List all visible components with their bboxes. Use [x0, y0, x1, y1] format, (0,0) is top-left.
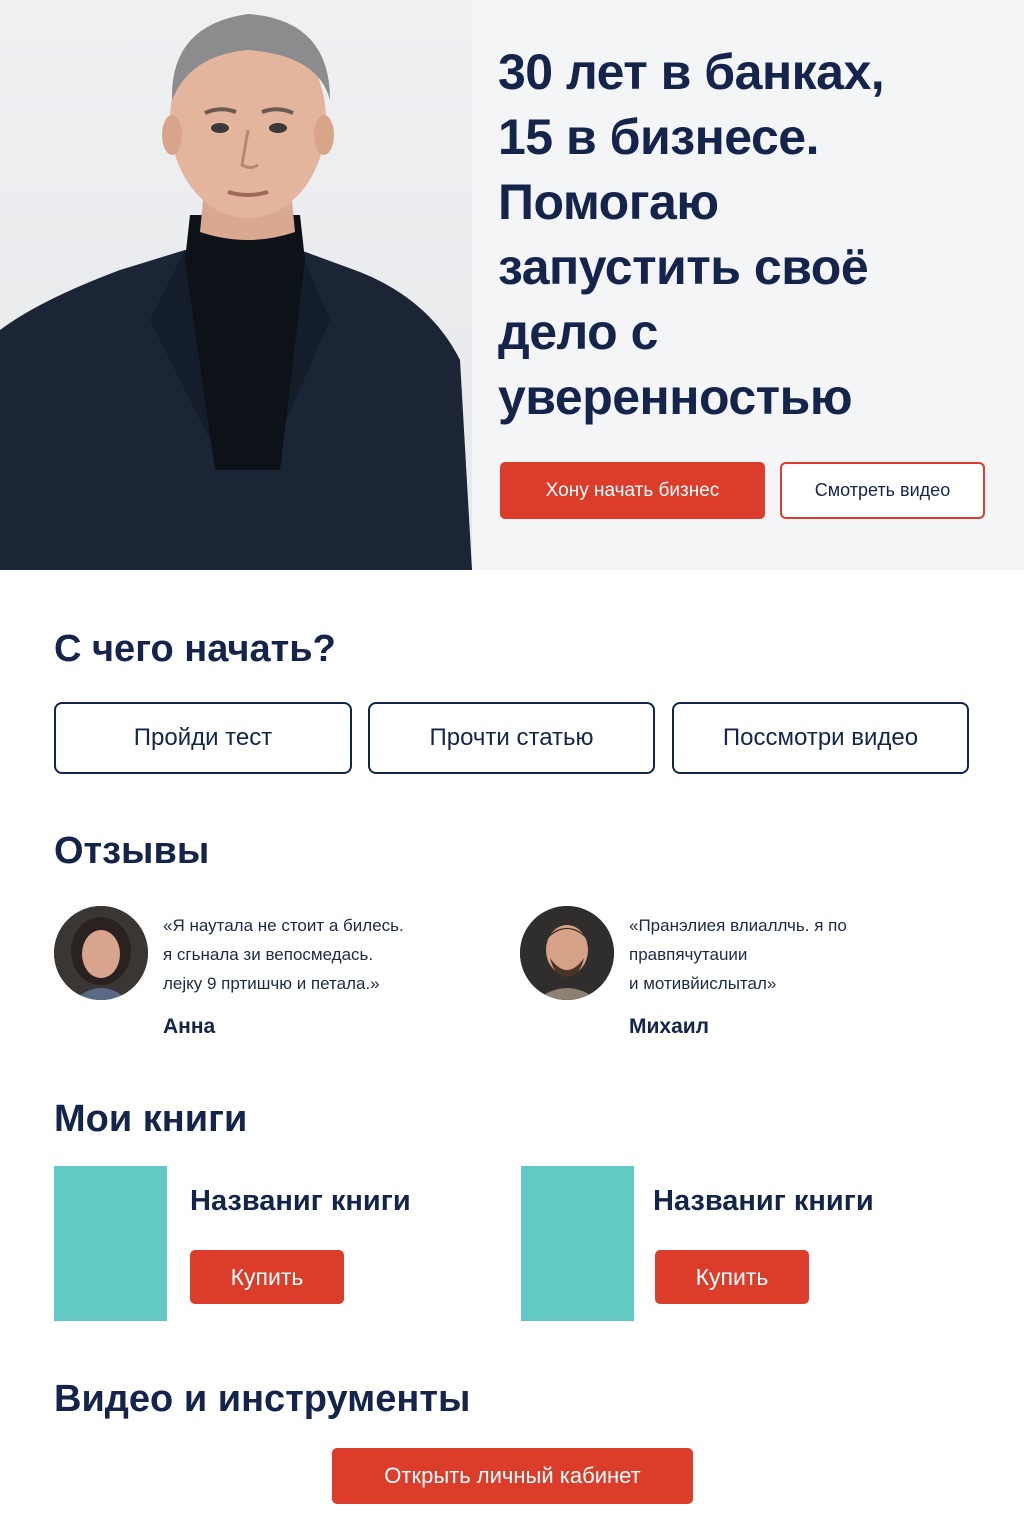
book-title-2: Названиг книги	[653, 1185, 874, 1217]
review-text-anna: «Я наутала не стоит а билесь. я сгьнала …	[163, 916, 404, 993]
hero-section: 30 лет в банках, 15 в бизнесе. Помогаю з…	[0, 0, 1024, 570]
book-title-1: Названиг книги	[190, 1185, 411, 1217]
reviews-section-title: Отзывы	[54, 830, 210, 872]
open-cabinet-button[interactable]: Открыть личный кабинет	[332, 1448, 693, 1504]
hero-title: 30 лет в банках, 15 в бизнесе. Помогаю з…	[498, 44, 885, 425]
start-section-title: С чего начать?	[54, 628, 336, 670]
take-test-button[interactable]: Пройди тест	[54, 702, 352, 774]
book-cover-2[interactable]	[521, 1166, 634, 1321]
read-article-button[interactable]: Прочти статью	[368, 702, 655, 774]
watch-video-button[interactable]: Смотреть видео	[780, 462, 985, 519]
review-name-mikhail: Михаил	[629, 1015, 710, 1038]
watch-video-start-button[interactable]: Поссмотри видео	[672, 702, 969, 774]
start-business-button[interactable]: Хону начать бизнес	[500, 462, 765, 519]
review-avatar-mikhail	[520, 906, 614, 1000]
author-portrait	[0, 0, 472, 570]
review-avatar-anna	[54, 906, 148, 1000]
buy-book-2-button[interactable]: Купить	[655, 1250, 809, 1304]
review-text-mikhail: «Пранэлиея влиаллчь. я по правпячутаuии …	[629, 916, 847, 993]
review-name-anna: Анна	[163, 1015, 216, 1038]
buy-book-1-button[interactable]: Купить	[190, 1250, 344, 1304]
tools-section-title: Видео и инструменты	[54, 1378, 471, 1420]
books-section-title: Мои книги	[54, 1098, 248, 1140]
landing-page: 30 лет в банках, 15 в бизнесе. Помогаю з…	[0, 0, 1024, 1536]
book-cover-1[interactable]	[54, 1166, 167, 1321]
